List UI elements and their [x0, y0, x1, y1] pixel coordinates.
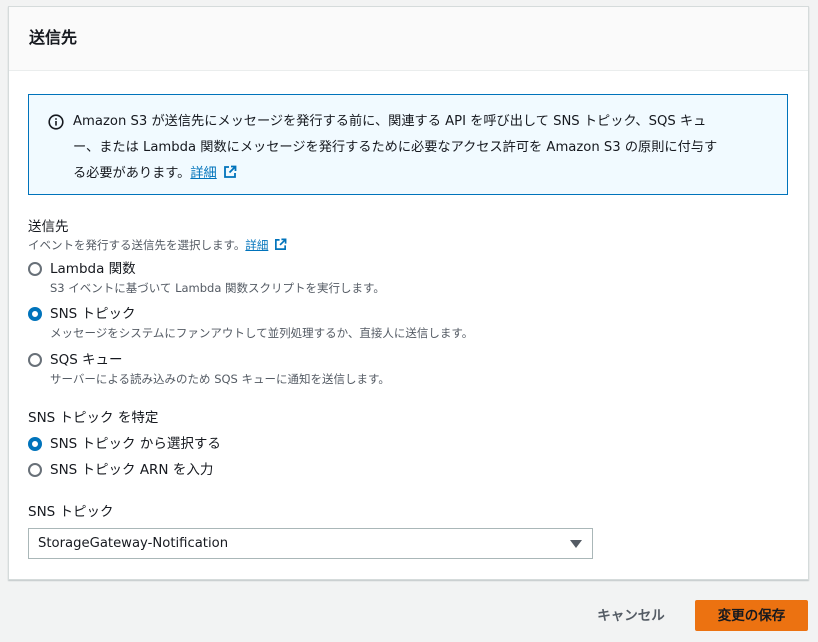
radio-description: サーバーによる読み込みのため SQS キューに通知を送信します。: [50, 372, 390, 386]
info-alert: Amazon S3 が送信先にメッセージを発行する前に、関連する API を呼び…: [28, 94, 788, 195]
info-line-1: Amazon S3 が送信先にメッセージを発行する前に、関連する API を呼び…: [73, 114, 707, 129]
destination-field: 送信先 イベントを発行する送信先を選択します。詳細: [28, 218, 768, 253]
info-learn-more-link[interactable]: 詳細: [190, 166, 216, 181]
radio-label: SNS トピック: [50, 306, 136, 322]
info-text: Amazon S3 が送信先にメッセージを発行する前に、関連する API を呼び…: [73, 109, 773, 187]
cancel-button[interactable]: キャンセル: [583, 600, 679, 631]
radio-label: Lambda 関数: [50, 261, 136, 277]
radio-button-checked[interactable]: [28, 307, 42, 321]
external-link-icon: [223, 165, 237, 178]
info-line-2: ー、または Lambda 関数にメッセージを発行するために必要なアクセス許可を …: [73, 140, 718, 155]
sns-topic-label: SNS トピック: [28, 504, 114, 520]
destination-learn-more-link[interactable]: 詳細: [245, 238, 268, 252]
save-changes-button[interactable]: 変更の保存: [695, 600, 808, 631]
destination-label: 送信先: [28, 219, 69, 235]
radio-button[interactable]: [28, 463, 42, 477]
radio-button[interactable]: [28, 353, 42, 367]
external-link-icon: [275, 238, 287, 250]
destination-description: イベントを発行する送信先を選択します。詳細: [28, 237, 768, 253]
sns-topic-select[interactable]: StorageGateway-Notification: [28, 528, 593, 559]
specify-topic-label: SNS トピック を特定: [28, 410, 159, 426]
radio-description: メッセージをシステムにファンアウトして並列処理するか、直接人に送信します。: [50, 326, 474, 340]
panel-title: 送信先: [29, 28, 78, 47]
radio-button-checked[interactable]: [28, 437, 42, 451]
info-icon: [48, 114, 64, 130]
info-line-3: る必要があります。詳細: [73, 161, 773, 187]
caret-down-icon: [570, 540, 582, 548]
panel-header: 送信先: [9, 7, 808, 71]
radio-label: SNS トピック ARN を入力: [50, 462, 214, 478]
radio-label: SNS トピック から選択する: [50, 436, 221, 452]
select-value: StorageGateway-Notification: [38, 536, 229, 551]
radio-label: SQS キュー: [50, 352, 123, 368]
radio-description: S3 イベントに基づいて Lambda 関数スクリプトを実行します。: [50, 281, 385, 295]
radio-button[interactable]: [28, 262, 42, 276]
